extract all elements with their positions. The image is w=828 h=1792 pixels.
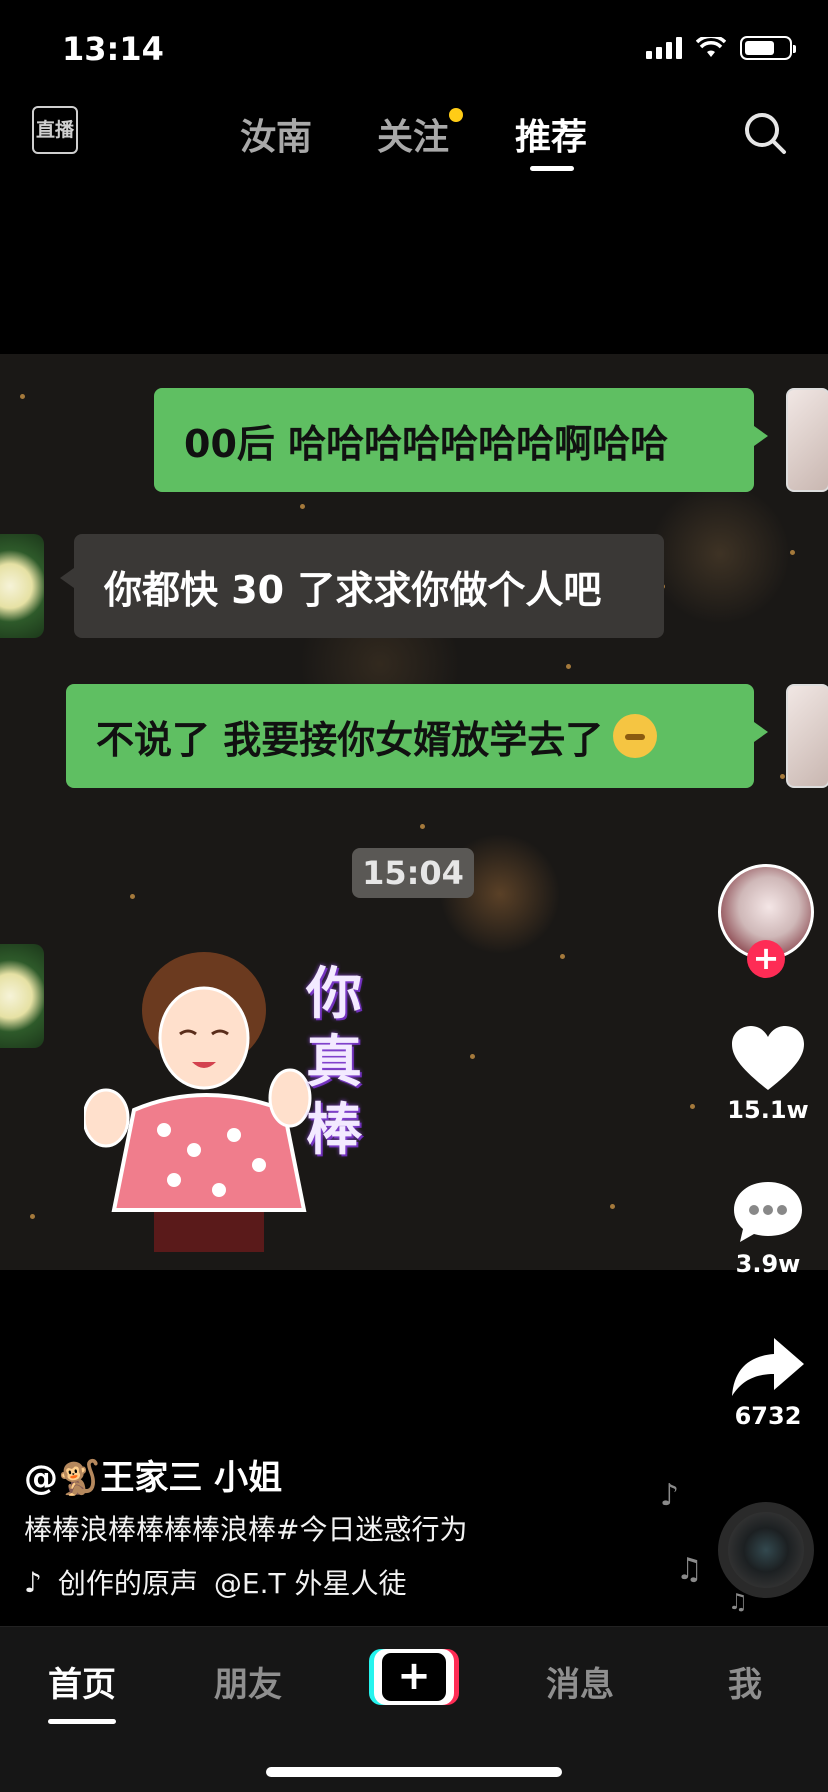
tab-home[interactable]: 首页 <box>48 1657 116 1706</box>
share-count: 6732 <box>734 1402 802 1430</box>
home-indicator-underline <box>48 1719 116 1724</box>
chat-bubble-incoming: 你都快 30 了求求你做个人吧 <box>60 534 664 638</box>
floating-note-icon: ♪ <box>660 1478 680 1513</box>
chat-timestamp: 15:04 <box>352 848 474 898</box>
video-player[interactable]: 00后 哈哈哈哈哈哈哈啊哈哈 你都快 30 了求求你做个人吧 不说了 我要接你女… <box>0 354 828 1270</box>
sender-avatar-2 <box>786 684 828 788</box>
receiver-avatar <box>0 534 44 638</box>
tab-messages[interactable]: 消息 <box>546 1657 614 1706</box>
plus-icon: + <box>382 1653 446 1701</box>
music-title: 创作的原声 <box>57 1567 198 1600</box>
share-button[interactable]: 6732 <box>726 1336 810 1430</box>
sender-avatar <box>786 388 828 492</box>
status-icons <box>646 36 796 60</box>
receiver-avatar-2 <box>0 944 44 1048</box>
notification-dot <box>449 108 463 122</box>
tab-recommended[interactable]: 推荐 <box>515 108 587 160</box>
share-arrow-icon <box>732 1338 804 1396</box>
sticker-caption: 你真棒 <box>306 961 362 1163</box>
heart-icon <box>732 1026 804 1090</box>
author-name[interactable]: @🐒王家三 小姐 <box>24 1450 282 1499</box>
music-note-icon: ♪ <box>24 1565 42 1599</box>
music-info[interactable]: ♪ 创作的原声 @E.T 外星人徒 <box>24 1562 407 1602</box>
status-bar: 13:14 <box>0 0 828 96</box>
like-button[interactable]: 15.1w <box>726 1024 810 1124</box>
cellular-signal-icon <box>646 37 682 59</box>
chat-bubble-text: 不说了 我要接你女婿放学去了 <box>96 717 604 762</box>
like-count: 15.1w <box>727 1096 809 1124</box>
create-button[interactable]: + <box>374 1649 454 1705</box>
chat-bubble-outgoing: 00后 哈哈哈哈哈哈哈啊哈哈 <box>154 388 768 492</box>
tab-following[interactable]: 关注 <box>377 108 449 160</box>
video-description[interactable]: 棒棒浪棒棒棒棒浪棒#今日迷惑行为 <box>24 1508 467 1548</box>
comment-icon <box>734 1182 802 1242</box>
tab-friends[interactable]: 朋友 <box>214 1657 282 1706</box>
floating-note-icon: ♫ <box>728 1590 748 1615</box>
active-tab-indicator <box>530 166 574 171</box>
comment-count: 3.9w <box>735 1250 801 1278</box>
tab-local[interactable]: 汝南 <box>240 108 312 160</box>
tab-me[interactable]: 我 <box>728 1657 762 1706</box>
comment-button[interactable]: 3.9w <box>726 1178 810 1278</box>
home-indicator <box>266 1767 562 1777</box>
top-nav: 直播 汝南 关注 推荐 <box>0 96 828 176</box>
wifi-icon <box>696 37 726 57</box>
status-time: 13:14 <box>62 30 164 68</box>
follow-plus-icon[interactable]: + <box>747 940 785 978</box>
chat-bubble-outgoing-2: 不说了 我要接你女婿放学去了 <box>66 684 768 788</box>
shushing-face-icon <box>613 714 658 758</box>
search-icon[interactable] <box>742 110 788 156</box>
music-author: @E.T 外星人徒 <box>213 1567 407 1600</box>
music-disc[interactable] <box>718 1502 814 1598</box>
floating-note-icon: ♫ <box>676 1552 703 1587</box>
live-button[interactable]: 直播 <box>32 106 78 154</box>
battery-icon <box>740 36 796 60</box>
bottom-nav: 首页 朋友 + 消息 我 <box>0 1626 828 1792</box>
